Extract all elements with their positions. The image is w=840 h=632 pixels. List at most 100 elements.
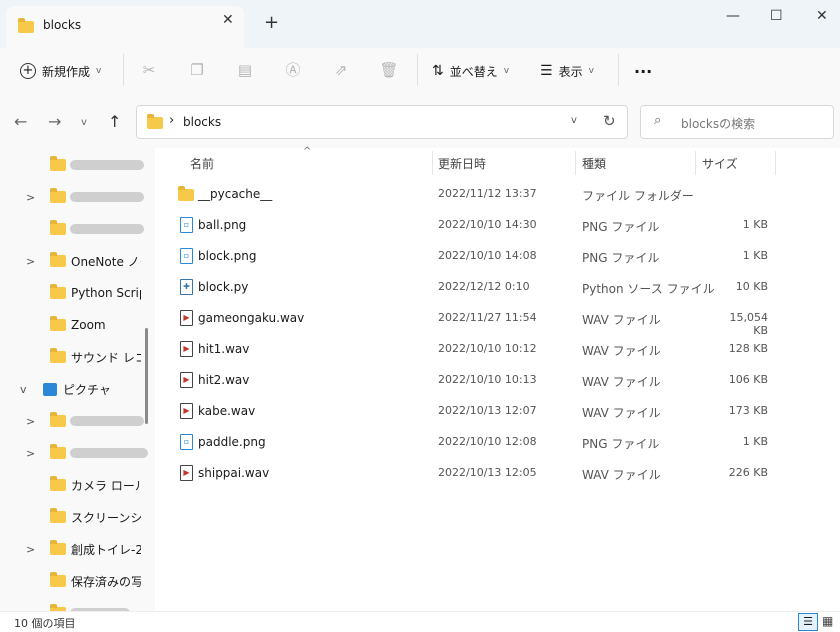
up-arrow-icon[interactable]: ↑	[108, 112, 121, 131]
title-bar: blocks ✕ + — ☐ ✕	[0, 0, 840, 48]
column-header-size[interactable]: サイズ	[702, 155, 738, 172]
file-row[interactable]: ▶ shippai.wav 2022/10/13 12:05 WAV ファイル …	[175, 458, 775, 489]
blurred-label	[70, 416, 144, 426]
sidebar-item-saved-pictures[interactable]: 保存済みの写	[0, 566, 155, 596]
chevron-down-icon: v	[96, 66, 102, 76]
address-bar[interactable]: › blocks v ↻	[136, 105, 628, 139]
column-divider[interactable]	[695, 151, 696, 175]
column-divider[interactable]	[432, 151, 433, 175]
maximize-button[interactable]: ☐	[770, 8, 783, 24]
file-row[interactable]: ▫ block.png 2022/10/10 14:08 PNG ファイル 1 …	[175, 241, 775, 272]
tab-title: blocks	[43, 18, 82, 32]
folder-icon	[50, 540, 66, 555]
new-label: 新規作成	[42, 64, 91, 79]
audio-file-icon: ▶	[180, 341, 193, 357]
sort-button[interactable]: ⇅ 並べ替え v	[432, 58, 509, 84]
file-name: hit2.wav	[198, 373, 250, 387]
tab-blocks[interactable]: blocks ✕	[6, 6, 244, 48]
file-date: 2022/10/10 10:13	[438, 373, 537, 386]
cut-icon[interactable]: ✂	[139, 60, 159, 80]
file-row[interactable]: ▫ ball.png 2022/10/10 14:30 PNG ファイル 1 K…	[175, 210, 775, 241]
file-date: 2022/10/13 12:05	[438, 466, 537, 479]
file-name: gameongaku.wav	[198, 311, 305, 325]
pictures-icon	[43, 382, 57, 396]
sidebar-item-pictures[interactable]: v ピクチャ	[0, 374, 155, 404]
rename-icon[interactable]: Ⓐ	[283, 60, 303, 80]
chevron-down-icon[interactable]: v	[571, 115, 577, 126]
breadcrumb-blocks[interactable]: blocks	[183, 115, 221, 129]
sidebar-item-zoom[interactable]: Zoom	[0, 310, 155, 340]
expand-chevron-icon[interactable]: >	[26, 543, 35, 556]
new-tab-button[interactable]: +	[264, 12, 279, 33]
file-row[interactable]: ▶ kabe.wav 2022/10/13 12:07 WAV ファイル 173…	[175, 396, 775, 427]
sidebar-item[interactable]	[0, 214, 155, 244]
expand-chevron-icon[interactable]: >	[26, 191, 35, 204]
sidebar-item[interactable]: >	[0, 438, 155, 468]
file-row[interactable]: ▫ paddle.png 2022/10/10 12:08 PNG ファイル 1…	[175, 427, 775, 458]
blurred-label	[70, 192, 144, 202]
back-arrow-icon[interactable]: ←	[14, 112, 27, 131]
search-box[interactable]: ⌕ blocksの検索	[640, 105, 834, 139]
column-header-name[interactable]: 名前	[190, 155, 214, 172]
file-date: 2022/12/12 0:10	[438, 280, 530, 293]
file-list: ^ 名前 更新日時 種類 サイズ __pycache__ 2022/11/12 …	[155, 146, 840, 611]
sidebar-item-screenshots[interactable]: スクリーンショッ	[0, 502, 155, 532]
collapse-chevron-icon[interactable]: v	[20, 383, 27, 396]
recent-locations-icon[interactable]: v	[81, 117, 87, 128]
sidebar-item[interactable]: >	[0, 406, 155, 436]
column-divider[interactable]	[775, 151, 776, 175]
new-button[interactable]: + 新規作成 v	[20, 58, 101, 84]
file-name: hit1.wav	[198, 342, 250, 356]
paste-icon[interactable]: ▤	[235, 60, 255, 80]
file-row[interactable]: ▶ gameongaku.wav 2022/11/27 11:54 WAV ファ…	[175, 303, 775, 337]
sidebar-item-sound-recorder[interactable]: サウンド レコー	[0, 342, 155, 372]
search-icon: ⌕	[654, 113, 662, 128]
copy-icon[interactable]: ❐	[187, 60, 207, 80]
delete-icon[interactable]: 🗑	[379, 60, 399, 80]
refresh-icon[interactable]: ↻	[603, 112, 616, 130]
sidebar-item[interactable]	[0, 150, 155, 180]
sidebar-item-camera-roll[interactable]: カメラ ロール	[0, 470, 155, 500]
expand-chevron-icon[interactable]: >	[26, 255, 35, 268]
sidebar-item-python-scripts[interactable]: Python Scrip	[0, 278, 155, 308]
column-header-type[interactable]: 種類	[582, 155, 606, 172]
sidebar-item-sousei-toilet[interactable]: > 創成トイレ-20	[0, 534, 155, 564]
details-view-icon[interactable]: ☰	[798, 613, 818, 631]
folder-icon	[50, 316, 66, 331]
chevron-down-icon: v	[588, 66, 594, 76]
file-date: 2022/10/10 10:12	[438, 342, 537, 355]
folder-icon	[178, 186, 194, 201]
view-button[interactable]: ☰ 表示 v	[540, 58, 594, 84]
tiles-view-icon[interactable]: ▦	[822, 614, 833, 628]
file-row[interactable]: ▶ hit2.wav 2022/10/10 10:13 WAV ファイル 106…	[175, 365, 775, 396]
file-row[interactable]: __pycache__ 2022/11/12 13:37 ファイル フォルダー	[175, 179, 775, 210]
file-size: 1 KB	[742, 435, 768, 448]
file-type: PNG ファイル	[582, 437, 660, 451]
sidebar-item-onenote[interactable]: > OneNote ノー	[0, 246, 155, 276]
search-input[interactable]: blocksの検索	[681, 115, 755, 132]
column-divider[interactable]	[575, 151, 576, 175]
close-tab-icon[interactable]: ✕	[222, 12, 234, 28]
sidebar-scrollbar[interactable]	[145, 328, 148, 424]
forward-arrow-icon[interactable]: →	[48, 112, 61, 131]
sidebar-item[interactable]	[0, 598, 155, 611]
sidebar-item-label: 創成トイレ-20	[71, 542, 141, 557]
close-window-button[interactable]: ✕	[816, 8, 828, 24]
file-name: block.png	[198, 249, 257, 263]
minimize-button[interactable]: —	[726, 8, 740, 24]
expand-chevron-icon[interactable]: >	[26, 447, 35, 460]
sidebar-item[interactable]: >	[0, 182, 155, 212]
share-icon[interactable]: ⇗	[331, 60, 351, 80]
file-row[interactable]: ▶ hit1.wav 2022/10/10 10:12 WAV ファイル 128…	[175, 334, 775, 365]
audio-file-icon: ▶	[180, 465, 193, 481]
separator	[618, 54, 619, 86]
more-options-button[interactable]: ···	[634, 58, 652, 84]
file-size: 1 KB	[742, 218, 768, 231]
sidebar-item-label: 保存済みの写	[71, 574, 141, 589]
folder-icon	[50, 476, 66, 491]
file-type: WAV ファイル	[582, 468, 661, 482]
file-row[interactable]: ✚ block.py 2022/12/12 0:10 Python ソース ファ…	[175, 272, 775, 303]
expand-chevron-icon[interactable]: >	[26, 415, 35, 428]
file-name: paddle.png	[198, 435, 266, 449]
column-header-date[interactable]: 更新日時	[438, 155, 486, 172]
